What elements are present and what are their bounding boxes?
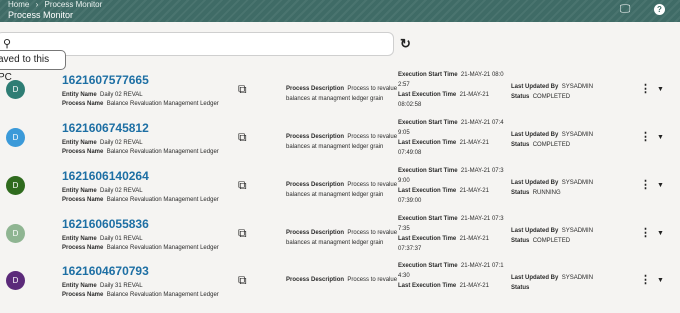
app-header: Home › Process Monitor Process Monitor 🖵…	[0, 0, 680, 22]
execution-start-time: Execution Start Time 21-MAY-21 07:4	[398, 120, 504, 126]
avatar: D	[6, 271, 25, 290]
process-id-link[interactable]: 1621606140264	[62, 169, 149, 183]
monitor-icon[interactable]: 🖵	[618, 3, 632, 15]
expand-chevron-down-icon[interactable]: ▼	[657, 277, 664, 284]
execution-start-time: Execution Start Time 21-MAY-21 07:3	[398, 168, 504, 174]
more-actions-icon[interactable]: ⋮	[640, 273, 651, 286]
last-execution-time: Last Execution Time 21-MAY-21	[398, 140, 489, 146]
entity-name: Entity Name Daily 31 REVAL	[62, 283, 143, 289]
process-name: Process Name Balance Revaluation Managem…	[62, 197, 219, 203]
process-description: Process Description Process to revalue	[286, 182, 398, 188]
status: Status	[511, 285, 530, 291]
last-updated-by: Last Updated By SYSADMIN	[511, 228, 594, 234]
open-external-icon[interactable]: ⧉	[238, 82, 247, 97]
expand-chevron-down-icon[interactable]: ▼	[657, 182, 664, 189]
last-execution-time-cont: 07:49:08	[398, 150, 422, 156]
last-updated-by: Last Updated By SYSADMIN	[511, 275, 594, 281]
expand-chevron-down-icon[interactable]: ▼	[657, 86, 664, 93]
avatar: D	[6, 224, 25, 243]
execution-start-time-cont: 7:35	[398, 226, 410, 232]
last-execution-time-cont: 08:02:58	[398, 102, 422, 108]
last-execution-time-cont: 07:39:00	[398, 198, 422, 204]
refresh-icon[interactable]: ↻	[400, 36, 411, 52]
process-description: Process Description Process to revalue	[286, 277, 398, 283]
expand-chevron-down-icon[interactable]: ▼	[657, 134, 664, 141]
process-row[interactable]: D 1621606140264 Entity Name Daily 02 REV…	[0, 168, 680, 218]
more-actions-icon[interactable]: ⋮	[640, 130, 651, 143]
entity-name: Entity Name Daily 02 REVAL	[62, 188, 143, 194]
help-icon[interactable]: ?	[654, 4, 665, 15]
process-description: Process Description Process to revalue	[286, 134, 398, 140]
open-external-icon[interactable]: ⧉	[238, 130, 247, 145]
process-name: Process Name Balance Revaluation Managem…	[62, 101, 219, 107]
entity-name: Entity Name Daily 01 REVAL	[62, 236, 143, 242]
breadcrumb: Home › Process Monitor	[8, 0, 106, 9]
tooltip: aved to this PC	[0, 50, 66, 83]
last-execution-time: Last Execution Time 21-MAY-21	[398, 188, 489, 194]
process-name: Process Name Balance Revaluation Managem…	[62, 292, 219, 298]
status: Status COMPLETED	[511, 238, 571, 244]
open-external-icon[interactable]: ⧉	[238, 273, 247, 288]
avatar: D	[6, 80, 25, 99]
entity-name: Entity Name Daily 02 REVAL	[62, 140, 143, 146]
search-icon[interactable]: ⚲	[3, 37, 11, 50]
execution-start-time-cont: 2:57	[398, 82, 410, 88]
execution-start-time-cont: 9:05	[398, 130, 410, 136]
process-description-cont: balances at managment ledger grain	[286, 96, 384, 102]
avatar: D	[6, 128, 25, 147]
last-execution-time: Last Execution Time 21-MAY-21	[398, 92, 489, 98]
execution-start-time: Execution Start Time 21-MAY-21 07:3	[398, 216, 504, 222]
process-id-link[interactable]: 1621607577665	[62, 73, 149, 87]
breadcrumb-current: Process Monitor	[44, 0, 103, 9]
status: Status COMPLETED	[511, 142, 571, 148]
process-name: Process Name Balance Revaluation Managem…	[62, 149, 219, 155]
breadcrumb-home[interactable]: Home	[8, 0, 29, 9]
process-id-link[interactable]: 1621606055836	[62, 217, 149, 231]
avatar: D	[6, 176, 25, 195]
last-updated-by: Last Updated By SYSADMIN	[511, 132, 594, 138]
process-row[interactable]: D 1621606055836 Entity Name Daily 01 REV…	[0, 216, 680, 266]
more-actions-icon[interactable]: ⋮	[640, 226, 651, 239]
process-description: Process Description Process to revalue	[286, 230, 398, 236]
expand-chevron-down-icon[interactable]: ▼	[657, 230, 664, 237]
open-external-icon[interactable]: ⧉	[238, 226, 247, 241]
execution-start-time-cont: 4:30	[398, 273, 410, 279]
process-id-link[interactable]: 1621606745812	[62, 121, 149, 135]
process-description-cont: balances at managment ledger grain	[286, 192, 384, 198]
process-name: Process Name Balance Revaluation Managem…	[62, 245, 219, 251]
process-id-link[interactable]: 1621604670793	[62, 264, 149, 278]
breadcrumb-separator: ›	[35, 0, 39, 9]
page-title: Process Monitor	[8, 10, 74, 20]
last-execution-time-cont: 07:37:37	[398, 246, 422, 252]
status: Status COMPLETED	[511, 94, 571, 100]
entity-name: Entity Name Daily 02 REVAL	[62, 92, 143, 98]
execution-start-time: Execution Start Time 21-MAY-21 07:1	[398, 263, 504, 269]
open-external-icon[interactable]: ⧉	[238, 178, 247, 193]
execution-start-time: Execution Start Time 21-MAY-21 08:0	[398, 72, 504, 78]
more-actions-icon[interactable]: ⋮	[640, 82, 651, 95]
status: Status RUNNING	[511, 190, 561, 196]
process-row[interactable]: D 1621604670793 Entity Name Daily 31 REV…	[0, 263, 680, 313]
execution-start-time-cont: 9:00	[398, 178, 410, 184]
process-description-cont: balances at managment ledger grain	[286, 240, 384, 246]
process-row[interactable]: D 1621606745812 Entity Name Daily 02 REV…	[0, 120, 680, 170]
process-description: Process Description Process to revalue	[286, 86, 398, 92]
last-execution-time: Last Execution Time 21-MAY-21	[398, 283, 489, 289]
last-updated-by: Last Updated By SYSADMIN	[511, 84, 594, 90]
last-updated-by: Last Updated By SYSADMIN	[511, 180, 594, 186]
process-description-cont: balances at managment ledger grain	[286, 144, 384, 150]
last-execution-time: Last Execution Time 21-MAY-21	[398, 236, 489, 242]
more-actions-icon[interactable]: ⋮	[640, 178, 651, 191]
process-row[interactable]: D 1621607577665 Entity Name Daily 02 REV…	[0, 72, 680, 122]
